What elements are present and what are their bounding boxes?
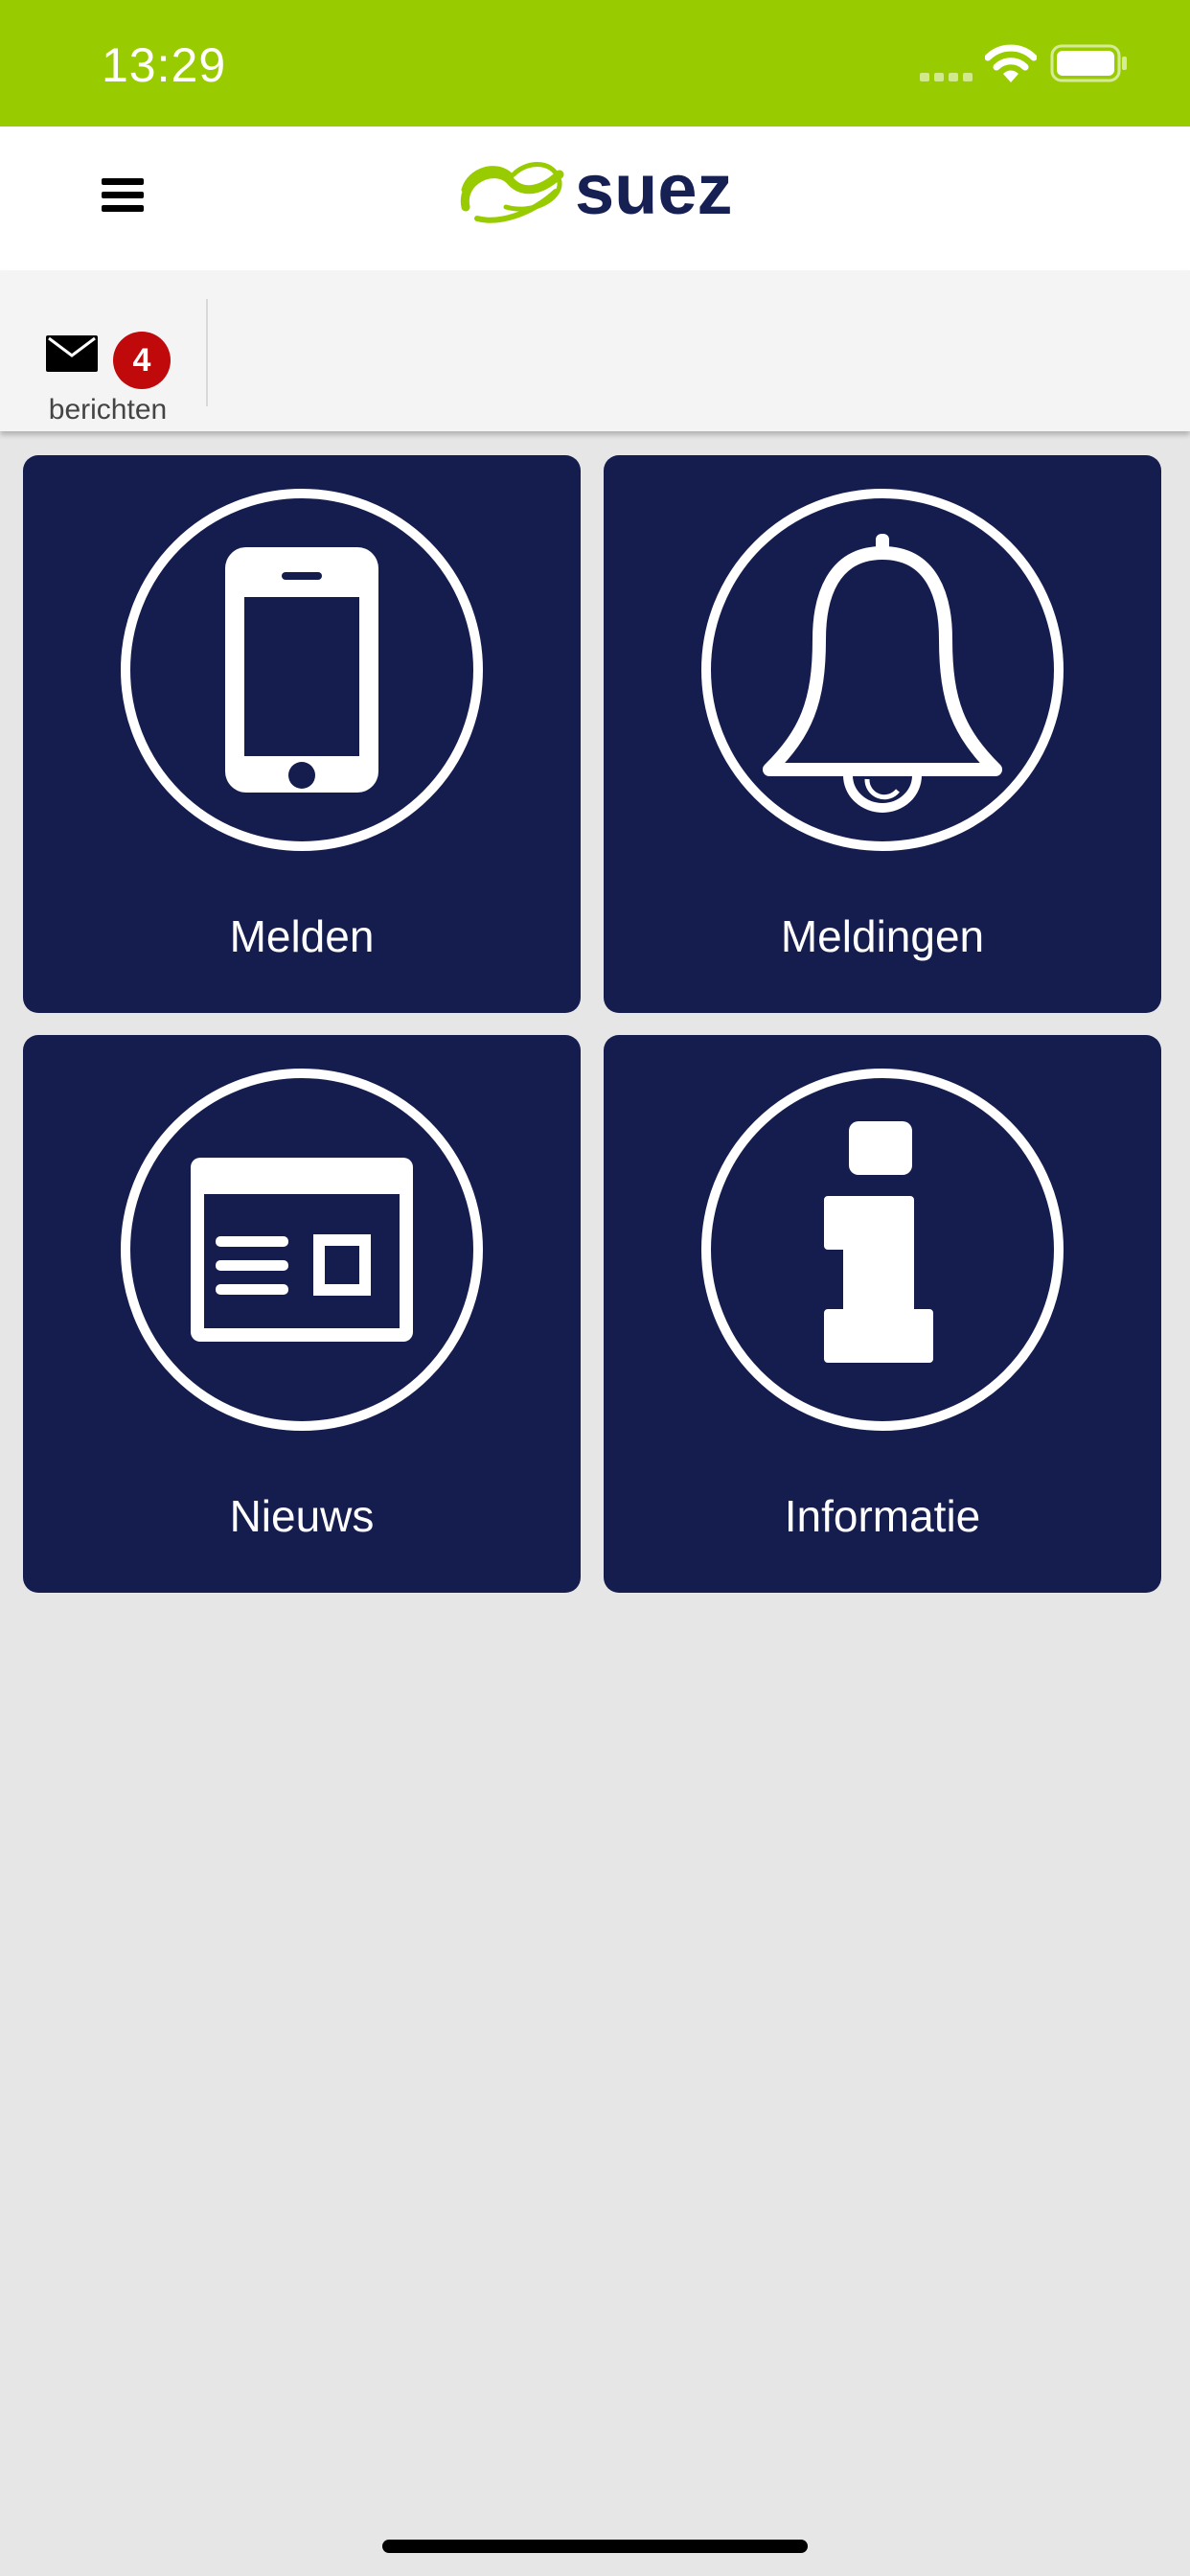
messages-label: berichten [48,394,168,426]
toolbar: 4 berichten [0,270,1190,431]
hamburger-menu-icon [102,178,144,212]
suez-logo: suez [456,150,744,229]
wifi-icon [985,44,1037,82]
tile-meldingen[interactable]: Meldingen [604,455,1161,1013]
bell-icon [701,489,1064,851]
menu-button[interactable] [92,169,153,222]
toolbar-divider [206,299,208,406]
tile-label: Melden [229,911,375,961]
app-header: suez [0,126,1190,270]
tile-informatie[interactable]: Informatie [604,1035,1161,1593]
messages-count-badge: 4 [113,332,171,389]
tile-label: Nieuws [229,1491,375,1541]
tile-label: Informatie [784,1491,981,1541]
tile-label: Meldingen [780,911,985,961]
tile-nieuws[interactable]: Nieuws [23,1035,581,1593]
info-icon [701,1069,1064,1431]
messages-button[interactable]: 4 berichten [29,297,187,426]
suez-swirl-logo-icon [460,162,564,223]
battery-icon [1050,44,1127,82]
cellular-signal-icon [920,73,973,81]
tile-melden[interactable]: Melden [23,455,581,1013]
status-bar: 13:29 [0,0,1190,126]
smartphone-icon [121,489,483,851]
home-indicator[interactable] [382,2540,808,2553]
logo-text: suez [575,151,733,228]
mail-icon [46,335,98,372]
status-time: 13:29 [102,38,227,92]
newspaper-icon [121,1069,483,1431]
